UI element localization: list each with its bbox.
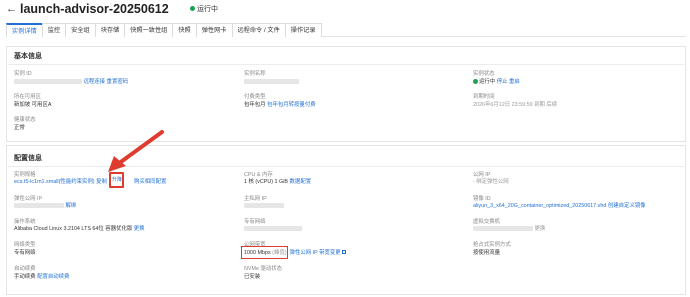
autorenew-text: 手动续费 xyxy=(14,274,36,280)
spec-purchase-link: 购买相同配置 xyxy=(134,179,166,185)
expire-label: 到期时间 xyxy=(473,94,495,100)
cpu-label: CPU & 内存 xyxy=(244,172,273,178)
nvme-label: NVMe 驱动状态 xyxy=(244,266,283,272)
instance-name-label: 实例名称 xyxy=(244,71,266,77)
tab-remote-command[interactable]: 远程命令 / 文件 xyxy=(231,23,286,37)
billing-link[interactable]: 包年包月转按量付费 xyxy=(267,102,316,108)
autorenew-label: 自动续费 xyxy=(14,266,36,272)
os-value: Alibaba Cloud Linux 3.2104 LTS 64位 容器优化版… xyxy=(14,226,145,232)
health-value: 正常 xyxy=(14,125,25,131)
os-label: 操作系统 xyxy=(14,219,36,225)
eip-value: 解绑 xyxy=(14,203,76,209)
tab-bar: 实例详情 监控 安全组 块存储 快照一致性组 快照 弹性网卡 远程命令 / 文件… xyxy=(6,23,686,37)
back-arrow-icon[interactable]: ← xyxy=(6,4,17,15)
cpu-link[interactable]: 数据配置 xyxy=(290,179,312,185)
basic-info-title: 基本信息 xyxy=(14,53,42,60)
instance-status-text: 运行中 xyxy=(479,79,496,85)
config-info-title: 配置信息 xyxy=(14,155,42,162)
tab-monitoring[interactable]: 监控 xyxy=(41,23,67,37)
vswitch-change[interactable]: 更换 xyxy=(535,226,546,232)
external-link-icon xyxy=(341,250,346,254)
tab-instance-details[interactable]: 实例详情 xyxy=(6,23,43,37)
network-type-label: 网络类型 xyxy=(14,242,36,248)
tab-operation-log[interactable]: 操作记录 xyxy=(284,23,322,37)
expire-value: 2026年6月12日 23:59:59 到期 后续 xyxy=(473,102,558,108)
tab-elastic-nic[interactable]: 弹性网卡 xyxy=(195,23,233,37)
annotation-arrow-icon xyxy=(108,130,164,172)
image-link[interactable]: 创建自定义镜像 xyxy=(608,203,646,209)
preemptible-value: 按使用流量 xyxy=(473,250,500,256)
redacted-text xyxy=(473,226,533,231)
private-ip-label: 主私网 IP xyxy=(244,196,267,202)
instance-id-label: 实例 ID xyxy=(14,71,32,77)
spec-copy[interactable]: 复制 xyxy=(96,179,107,185)
page-title: launch-advisor-20250612 xyxy=(20,2,169,16)
instance-status-value: 运行中 停止 重启 xyxy=(473,79,520,85)
billing-label: 付费类型 xyxy=(244,94,266,100)
instance-id-value: 远程连接 重置密码 xyxy=(14,79,128,85)
autorenew-link[interactable]: 配置自动续费 xyxy=(37,274,69,280)
public-ip-label: 公网 IP xyxy=(473,172,491,178)
image-label: 镜像 ID xyxy=(473,196,491,202)
autorenew-value: 手动续费 配置自动续费 xyxy=(14,274,69,280)
cpu-text: 1 核 (vCPU) 1 GiB xyxy=(244,179,289,185)
redacted-text xyxy=(244,203,284,208)
bandwidth-link[interactable]: 弹性公网 IP 带宽变更 xyxy=(290,250,341,256)
spec-purchase-text[interactable]: 购买相同配置 xyxy=(134,179,166,185)
bandwidth-highlight-box xyxy=(241,246,288,259)
eip-unbind[interactable]: 解绑 xyxy=(66,203,77,209)
instance-status-label: 实例状态 xyxy=(473,71,495,77)
preemptible-label: 抢占式实例方式 xyxy=(473,242,511,248)
page-header: ← launch-advisor-20250612 运行中 xyxy=(0,0,690,20)
tab-security-groups[interactable]: 安全组 xyxy=(65,23,96,37)
zone-value: 新加坡 可用区A xyxy=(14,102,52,108)
network-type-value: 专有网络 xyxy=(14,250,36,256)
image-value: aliyun_3_x64_20G_container_optimized_202… xyxy=(473,203,646,209)
nvme-value: 已安装 xyxy=(244,274,261,280)
status-badge: 运行中 xyxy=(190,6,218,14)
redacted-text xyxy=(244,79,299,84)
spec-text[interactable]: ecs.t5-lc1m1.small(性能约束实例) xyxy=(14,179,95,185)
eip-label: 弹性公网 IP xyxy=(14,196,43,202)
divider xyxy=(8,64,684,65)
os-change[interactable]: 更换 xyxy=(134,226,145,232)
spec-label: 实例规格 xyxy=(14,172,36,178)
instance-status-actions[interactable]: 停止 重启 xyxy=(497,79,520,85)
billing-value: 包年包月 包年包月转按量付费 xyxy=(244,102,316,108)
health-label: 健康状态 xyxy=(14,117,36,123)
spec-value: ecs.t5-lc1m1.small(性能约束实例) 复制 xyxy=(14,179,107,185)
instance-name-value xyxy=(244,79,299,85)
os-text: Alibaba Cloud Linux 3.2104 LTS 64位 容器优化版 xyxy=(14,226,133,232)
cpu-value: 1 核 (vCPU) 1 GiB 数据配置 xyxy=(244,179,311,185)
running-status-icon xyxy=(473,79,478,84)
redacted-text xyxy=(14,79,82,84)
tab-snapshot-consistency-group[interactable]: 快照一致性组 xyxy=(124,23,174,37)
vpc-value xyxy=(244,226,302,232)
redacted-text xyxy=(14,203,64,208)
vswitch-value: 更换 xyxy=(473,226,545,232)
status-dot-icon xyxy=(190,6,195,11)
public-ip-value: - 绑定弹性公网 xyxy=(473,179,509,185)
private-ip-value xyxy=(244,203,284,209)
instance-id-actions[interactable]: 远程连接 重置密码 xyxy=(84,79,129,85)
zone-label: 所在可用区 xyxy=(14,94,41,100)
vpc-label: 专有网络 xyxy=(244,219,266,225)
vswitch-label: 虚拟交换机 xyxy=(473,219,500,225)
tab-snapshots[interactable]: 快照 xyxy=(172,23,197,37)
image-text[interactable]: aliyun_3_x64_20G_container_optimized_202… xyxy=(473,203,606,209)
status-text: 运行中 xyxy=(197,6,218,13)
tab-block-storage[interactable]: 块存储 xyxy=(94,23,126,37)
redacted-text xyxy=(244,226,302,231)
billing-text: 包年包月 xyxy=(244,102,266,108)
